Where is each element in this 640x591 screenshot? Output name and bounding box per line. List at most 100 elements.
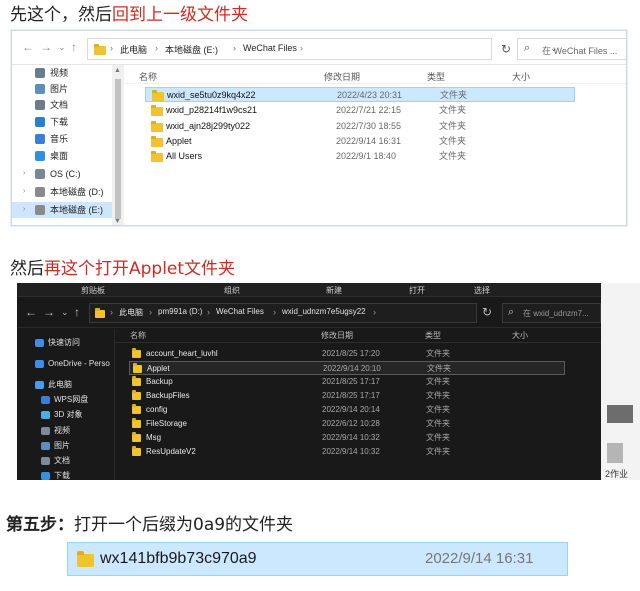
back-arrow-icon[interactable]: ← (25, 305, 37, 319)
expand-chevron-icon[interactable]: › (23, 184, 25, 200)
download-icon (41, 472, 50, 480)
forward-arrow-icon[interactable]: → (40, 40, 52, 54)
breadcrumb-item[interactable]: pm991a (D:) (158, 307, 202, 316)
file-date: 2022/4/23 20:31 (337, 90, 403, 100)
file-row[interactable]: All Users 2022/9/1 18:40 文件夹 (145, 149, 575, 164)
file-name: All Users (166, 151, 203, 161)
breadcrumb-item[interactable]: 本地磁盘 (E:) (165, 43, 218, 56)
breadcrumb-separator: › (233, 43, 236, 53)
sidebar-item-pictures[interactable]: 图片 (23, 439, 120, 453)
sidebar-item-drive-c[interactable]: › OS (C:) (12, 166, 112, 182)
recent-locations-icon[interactable]: ⌄ (61, 305, 69, 319)
sidebar-item-label: 文档 (50, 100, 69, 110)
file-type: 文件夹 (439, 136, 467, 146)
sidebar-item-wps[interactable]: WPS网盘 (23, 393, 120, 407)
scroll-up-icon[interactable]: ▲ (114, 67, 121, 74)
desktop-background-strip: 2作业 (601, 283, 640, 480)
file-row[interactable]: Msg 2022/9/14 10:32 文件夹 (129, 431, 565, 445)
expand-chevron-icon[interactable]: › (23, 202, 25, 218)
ribbon-group-new[interactable]: 新建 (326, 285, 342, 296)
column-header-date[interactable]: 修改日期 (324, 70, 360, 83)
search-input[interactable]: ⌕ 在 wxid_udnzm7... (502, 303, 601, 323)
file-row[interactable]: wxid_ajn28j299ty022 2022/7/30 18:55 文件夹 (145, 119, 575, 134)
file-row[interactable]: Applet 2022/9/14 16:31 文件夹 (145, 134, 575, 149)
column-header-size[interactable]: 大小 (512, 330, 528, 341)
target-folder-row[interactable]: wx141bfb9b73c970a9 2022/9/14 16:31 (67, 542, 568, 576)
column-header-name[interactable]: 名称 (139, 70, 157, 83)
file-date: 2022/7/30 18:55 (336, 121, 402, 131)
ribbon-group-clipboard[interactable]: 剪贴板 (81, 285, 105, 296)
sidebar-item-drive-e[interactable]: › 本地磁盘 (E:) (12, 202, 112, 218)
folder-icon (151, 136, 163, 147)
file-row[interactable]: Applet 2022/9/14 20:10 文件夹 (129, 361, 565, 375)
sidebar-item-videos[interactable]: 视频 (23, 424, 120, 438)
file-row[interactable]: account_heart_luvhl 2021/8/25 17:20 文件夹 (129, 347, 565, 361)
file-type: 文件夹 (426, 377, 450, 386)
breadcrumb-item[interactable]: 此电脑 (119, 307, 143, 318)
file-row[interactable]: wxid_p28214f1w9cs21 2022/7/21 22:15 文件夹 (145, 103, 575, 118)
sidebar-item-desktop[interactable]: 桌面 (12, 148, 112, 164)
address-bar-row: ← → ⌄ ↑ › 此电脑 › 本地磁盘 (E:) › WeChat Files… (12, 31, 626, 65)
sidebar-item-documents[interactable]: 文档 (12, 97, 112, 113)
breadcrumb-item[interactable]: wxid_udnzm7e5ugsy22 (282, 307, 366, 316)
file-row[interactable]: ResUpdateV2 2022/9/14 10:32 文件夹 (129, 445, 565, 459)
up-arrow-icon[interactable]: ↑ (71, 40, 77, 54)
sidebar-item-documents[interactable]: 文档 (23, 454, 120, 468)
back-arrow-icon[interactable]: ← (22, 40, 34, 54)
search-input[interactable]: ⌕ 在 WeChat Files ... (517, 38, 626, 60)
file-row[interactable]: wxid_se5tu0z9kq4x22 2022/4/23 20:31 文件夹 (145, 87, 575, 102)
folder-icon (132, 390, 141, 400)
sidebar-item-music[interactable]: 音乐 (12, 131, 112, 147)
column-header-type[interactable]: 类型 (425, 330, 441, 341)
search-placeholder: 在 wxid_udnzm7... (523, 309, 589, 318)
sidebar-item-onedrive[interactable]: OneDrive - Perso (17, 357, 114, 371)
refresh-icon[interactable]: ↻ (482, 305, 492, 319)
sidebar-item-pictures[interactable]: 图片 (12, 81, 112, 97)
breadcrumb-separator: › (155, 43, 158, 53)
folder-icon (132, 418, 141, 428)
file-row[interactable]: config 2022/9/14 20:14 文件夹 (129, 403, 565, 417)
sidebar-scrollbar[interactable]: ▲ ▼ (112, 65, 124, 225)
file-name: ResUpdateV2 (146, 447, 196, 456)
up-arrow-icon[interactable]: ↑ (74, 305, 80, 319)
file-name: BackupFiles (146, 391, 190, 400)
breadcrumb-item[interactable]: WeChat Files (216, 307, 264, 316)
cloud-drive-icon (41, 396, 50, 404)
file-date: 2022/7/21 22:15 (336, 105, 402, 115)
ribbon-group-select[interactable]: 选择 (474, 285, 490, 296)
header-divider (115, 342, 601, 343)
sidebar-item-videos[interactable]: 视频 (12, 65, 112, 81)
sidebar-item-downloads[interactable]: 下载 (23, 469, 120, 480)
file-row[interactable]: Backup 2021/8/25 17:17 文件夹 (129, 375, 565, 389)
desktop-thumbnail (607, 405, 633, 423)
column-header-type[interactable]: 类型 (427, 70, 445, 83)
refresh-icon[interactable]: ↻ (496, 39, 516, 59)
scrollbar-thumb[interactable] (115, 79, 121, 219)
column-header-name[interactable]: 名称 (130, 330, 146, 341)
ribbon-group-open[interactable]: 打开 (409, 285, 425, 296)
breadcrumb-item[interactable]: WeChat Files (243, 43, 297, 53)
sidebar-item-this-pc[interactable]: 此电脑 (17, 378, 114, 392)
ribbon-group-organize[interactable]: 组织 (224, 285, 240, 296)
picture-icon (41, 442, 50, 450)
sidebar-item-quick-access[interactable]: 快速访问 (17, 336, 114, 350)
sidebar-item-3d-objects[interactable]: 3D 对象 (23, 408, 120, 422)
sidebar-item-drive-d[interactable]: › 本地磁盘 (D:) (12, 184, 112, 200)
sidebar-item-label: 本地磁盘 (D:) (50, 187, 104, 197)
sidebar-item-downloads[interactable]: 下载 (12, 114, 112, 130)
address-path[interactable]: › 此电脑 › 本地磁盘 (E:) › WeChat Files › ⌄ (87, 38, 558, 60)
column-header-size[interactable]: 大小 (512, 70, 530, 83)
breadcrumb-item[interactable]: 此电脑 (120, 43, 147, 56)
scroll-down-icon[interactable]: ▼ (114, 218, 121, 225)
sidebar-item-label: 本地磁盘 (E:) (50, 205, 103, 215)
step-label: 第五步： (6, 515, 74, 535)
expand-chevron-icon[interactable]: › (23, 166, 25, 182)
file-row[interactable]: BackupFiles 2021/8/25 17:17 文件夹 (129, 389, 565, 403)
file-row[interactable]: FileStorage 2022/6/12 10:28 文件夹 (129, 417, 565, 431)
forward-arrow-icon[interactable]: → (43, 305, 55, 319)
address-path[interactable]: › 此电脑 › pm991a (D:) › WeChat Files › wxi… (89, 303, 477, 323)
column-header-date[interactable]: 修改日期 (321, 330, 353, 341)
breadcrumb-separator: › (207, 307, 210, 317)
recent-locations-icon[interactable]: ⌄ (58, 40, 66, 54)
file-type: 文件夹 (439, 151, 467, 161)
